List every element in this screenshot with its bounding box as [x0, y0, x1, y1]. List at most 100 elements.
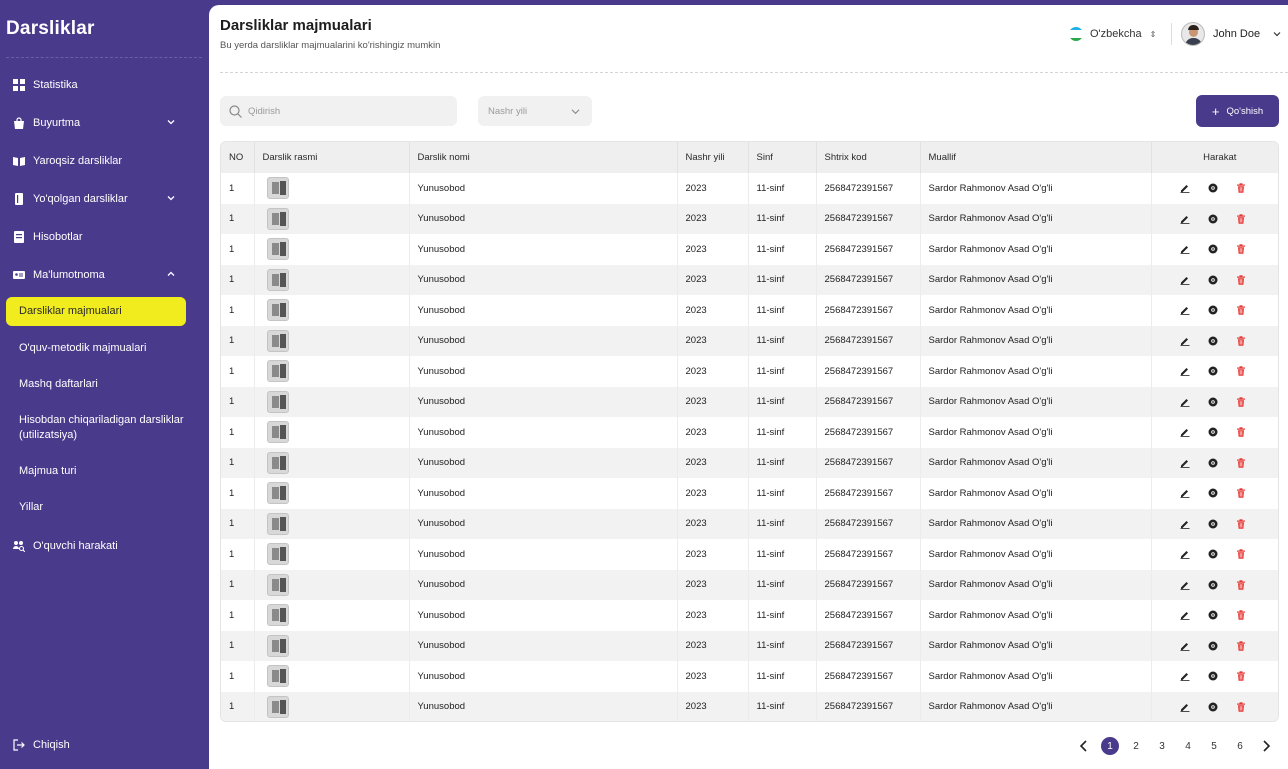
delete-icon[interactable]: [1236, 610, 1246, 620]
delete-icon[interactable]: [1236, 671, 1246, 681]
logout-button[interactable]: Chiqish: [13, 739, 70, 751]
page-button[interactable]: 6: [1231, 737, 1249, 755]
view-icon[interactable]: [1208, 458, 1218, 468]
view-icon[interactable]: [1208, 183, 1218, 193]
view-icon[interactable]: [1208, 641, 1218, 651]
delete-icon[interactable]: [1236, 458, 1246, 468]
view-icon[interactable]: [1208, 610, 1218, 620]
edit-icon[interactable]: [1180, 214, 1190, 224]
textbook-thumbnail[interactable]: [266, 299, 289, 322]
textbook-thumbnail[interactable]: [266, 695, 289, 718]
page-button[interactable]: 1: [1101, 737, 1119, 755]
page-button[interactable]: 4: [1179, 737, 1197, 755]
sidebar-item-oquvchi-harakati[interactable]: O'quvchi harakati: [0, 529, 208, 563]
textbook-thumbnail[interactable]: [266, 451, 289, 474]
edit-icon[interactable]: [1180, 519, 1190, 529]
textbook-thumbnail[interactable]: [266, 482, 289, 505]
view-icon[interactable]: [1208, 336, 1218, 346]
textbook-thumbnail[interactable]: [266, 390, 289, 413]
textbook-thumbnail[interactable]: [266, 543, 289, 566]
year-select[interactable]: Nashr yili: [478, 96, 592, 126]
view-icon[interactable]: [1208, 427, 1218, 437]
view-icon[interactable]: [1208, 702, 1218, 712]
page-button[interactable]: 3: [1153, 737, 1171, 755]
sidebar-subitem-mashq-daftarlari[interactable]: Mashq daftarlari: [6, 377, 186, 392]
delete-icon[interactable]: [1236, 214, 1246, 224]
view-icon[interactable]: [1208, 366, 1218, 376]
textbook-thumbnail[interactable]: [266, 207, 289, 230]
language-selector[interactable]: O'zbekcha ⇕: [1069, 25, 1156, 43]
delete-icon[interactable]: [1236, 641, 1246, 651]
textbook-thumbnail[interactable]: [266, 421, 289, 444]
textbook-thumbnail[interactable]: [266, 177, 289, 200]
delete-icon[interactable]: [1236, 244, 1246, 254]
view-icon[interactable]: [1208, 580, 1218, 590]
edit-icon[interactable]: [1180, 580, 1190, 590]
next-page-button[interactable]: [1257, 737, 1275, 755]
edit-icon[interactable]: [1180, 610, 1190, 621]
delete-icon[interactable]: [1236, 519, 1246, 529]
textbook-thumbnail[interactable]: [266, 512, 289, 535]
textbook-thumbnail[interactable]: [266, 634, 289, 657]
view-icon[interactable]: [1208, 671, 1218, 681]
view-icon[interactable]: [1208, 519, 1218, 529]
edit-icon[interactable]: [1180, 427, 1190, 438]
sidebar-item-malumotnoma[interactable]: Ma'lumotnoma: [0, 258, 208, 292]
textbook-thumbnail[interactable]: [266, 329, 289, 352]
edit-icon[interactable]: [1180, 336, 1190, 346]
sidebar-item-yaroqsiz[interactable]: Yaroqsiz darsliklar: [0, 144, 208, 178]
view-icon[interactable]: [1208, 244, 1218, 254]
page-button[interactable]: 5: [1205, 737, 1223, 755]
edit-icon[interactable]: [1180, 366, 1190, 377]
edit-icon[interactable]: [1180, 641, 1190, 651]
sidebar-subitem-yillar[interactable]: Yillar: [6, 500, 186, 515]
edit-icon[interactable]: [1180, 305, 1190, 316]
view-icon[interactable]: [1208, 305, 1218, 315]
column-header-grade[interactable]: Sinf: [748, 142, 817, 173]
sidebar-subitem-oquv-metodik[interactable]: O'quv-metodik majmualari: [6, 341, 186, 356]
sidebar-item-yoqolgan[interactable]: Yo'qolgan darsliklar: [0, 182, 208, 216]
view-icon[interactable]: [1208, 488, 1218, 498]
user-menu[interactable]: John Doe: [1181, 22, 1282, 46]
sidebar-item-hisobotlar[interactable]: Hisobotlar: [0, 220, 208, 254]
edit-icon[interactable]: [1180, 275, 1190, 285]
edit-icon[interactable]: [1180, 549, 1190, 560]
view-icon[interactable]: [1208, 275, 1218, 285]
column-header-author[interactable]: Muallif: [920, 142, 1152, 173]
column-header-name[interactable]: Darslik nomi: [409, 142, 678, 173]
view-icon[interactable]: [1208, 397, 1218, 407]
sidebar-subitem-majmua-turi[interactable]: Majmua turi: [6, 464, 186, 479]
delete-icon[interactable]: [1236, 275, 1246, 285]
column-header-image[interactable]: Darslik rasmi: [254, 142, 410, 173]
delete-icon[interactable]: [1236, 702, 1246, 712]
textbook-thumbnail[interactable]: [266, 360, 289, 383]
delete-icon[interactable]: [1236, 183, 1246, 193]
edit-icon[interactable]: [1180, 671, 1190, 682]
edit-icon[interactable]: [1180, 397, 1190, 407]
search-box[interactable]: [220, 96, 457, 126]
delete-icon[interactable]: [1236, 580, 1246, 590]
textbook-thumbnail[interactable]: [266, 238, 289, 261]
sidebar-item-buyurtma[interactable]: Buyurtma: [0, 106, 208, 140]
column-header-year[interactable]: Nashr yili: [677, 142, 749, 173]
textbook-thumbnail[interactable]: [266, 604, 289, 627]
delete-icon[interactable]: [1236, 366, 1246, 376]
edit-icon[interactable]: [1180, 244, 1190, 255]
view-icon[interactable]: [1208, 549, 1218, 559]
edit-icon[interactable]: [1180, 183, 1190, 194]
delete-icon[interactable]: [1236, 488, 1246, 498]
column-header-barcode[interactable]: Shtrix kod: [816, 142, 921, 173]
column-header-no[interactable]: NO: [221, 142, 255, 173]
sidebar-subitem-darsliklar-majmualari[interactable]: Darsliklar majmualari: [6, 297, 186, 326]
delete-icon[interactable]: [1236, 397, 1246, 407]
delete-icon[interactable]: [1236, 427, 1246, 437]
textbook-thumbnail[interactable]: [266, 573, 289, 596]
textbook-thumbnail[interactable]: [266, 268, 289, 291]
sidebar-subitem-utilizatsiya[interactable]: Hisobdan chiqariladigan darsliklar (util…: [6, 413, 196, 443]
view-icon[interactable]: [1208, 214, 1218, 224]
delete-icon[interactable]: [1236, 336, 1246, 346]
page-button[interactable]: 2: [1127, 737, 1145, 755]
sidebar-item-statistika[interactable]: Statistika: [0, 68, 208, 102]
textbook-thumbnail[interactable]: [266, 665, 289, 688]
edit-icon[interactable]: [1180, 458, 1190, 468]
